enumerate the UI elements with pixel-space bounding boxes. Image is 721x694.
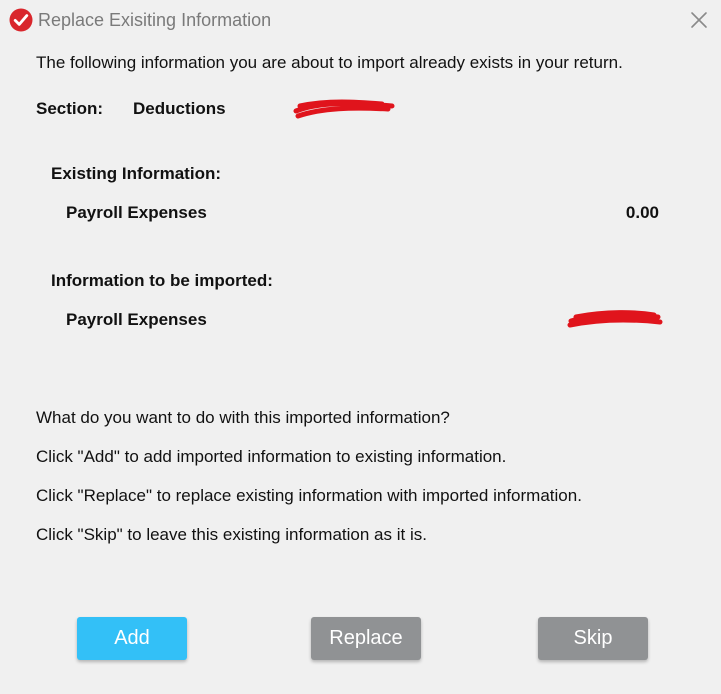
existing-item-label: Payroll Expenses (66, 203, 207, 222)
existing-info-heading: Existing Information: (51, 164, 221, 183)
redaction-mark (293, 99, 395, 119)
instruction-line: Click "Replace" to replace existing info… (36, 486, 582, 505)
intro-text: The following information you are about … (36, 53, 623, 72)
existing-item-amount: 0.00 (625, 203, 659, 222)
redaction-mark (567, 310, 663, 328)
imported-item-label: Payroll Expenses (66, 310, 207, 329)
close-icon[interactable] (685, 6, 713, 34)
dialog-title: Replace Exisiting Information (38, 10, 272, 30)
skip-button[interactable]: Skip (538, 617, 648, 660)
instruction-line: Click "Add" to add imported information … (36, 447, 507, 466)
section-value: Deductions (133, 99, 226, 118)
replace-button[interactable]: Replace (311, 617, 421, 660)
add-button[interactable]: Add (77, 617, 187, 660)
instruction-line: What do you want to do with this importe… (36, 408, 450, 427)
instruction-line: Click "Skip" to leave this existing info… (36, 525, 427, 544)
replace-info-dialog: Replace Exisiting Information The follow… (0, 0, 721, 694)
section-label: Section: (36, 99, 104, 118)
title-bar: Replace Exisiting Information (0, 0, 721, 40)
imported-info-heading: Information to be imported: (51, 271, 273, 290)
check-circle-icon (9, 8, 33, 32)
